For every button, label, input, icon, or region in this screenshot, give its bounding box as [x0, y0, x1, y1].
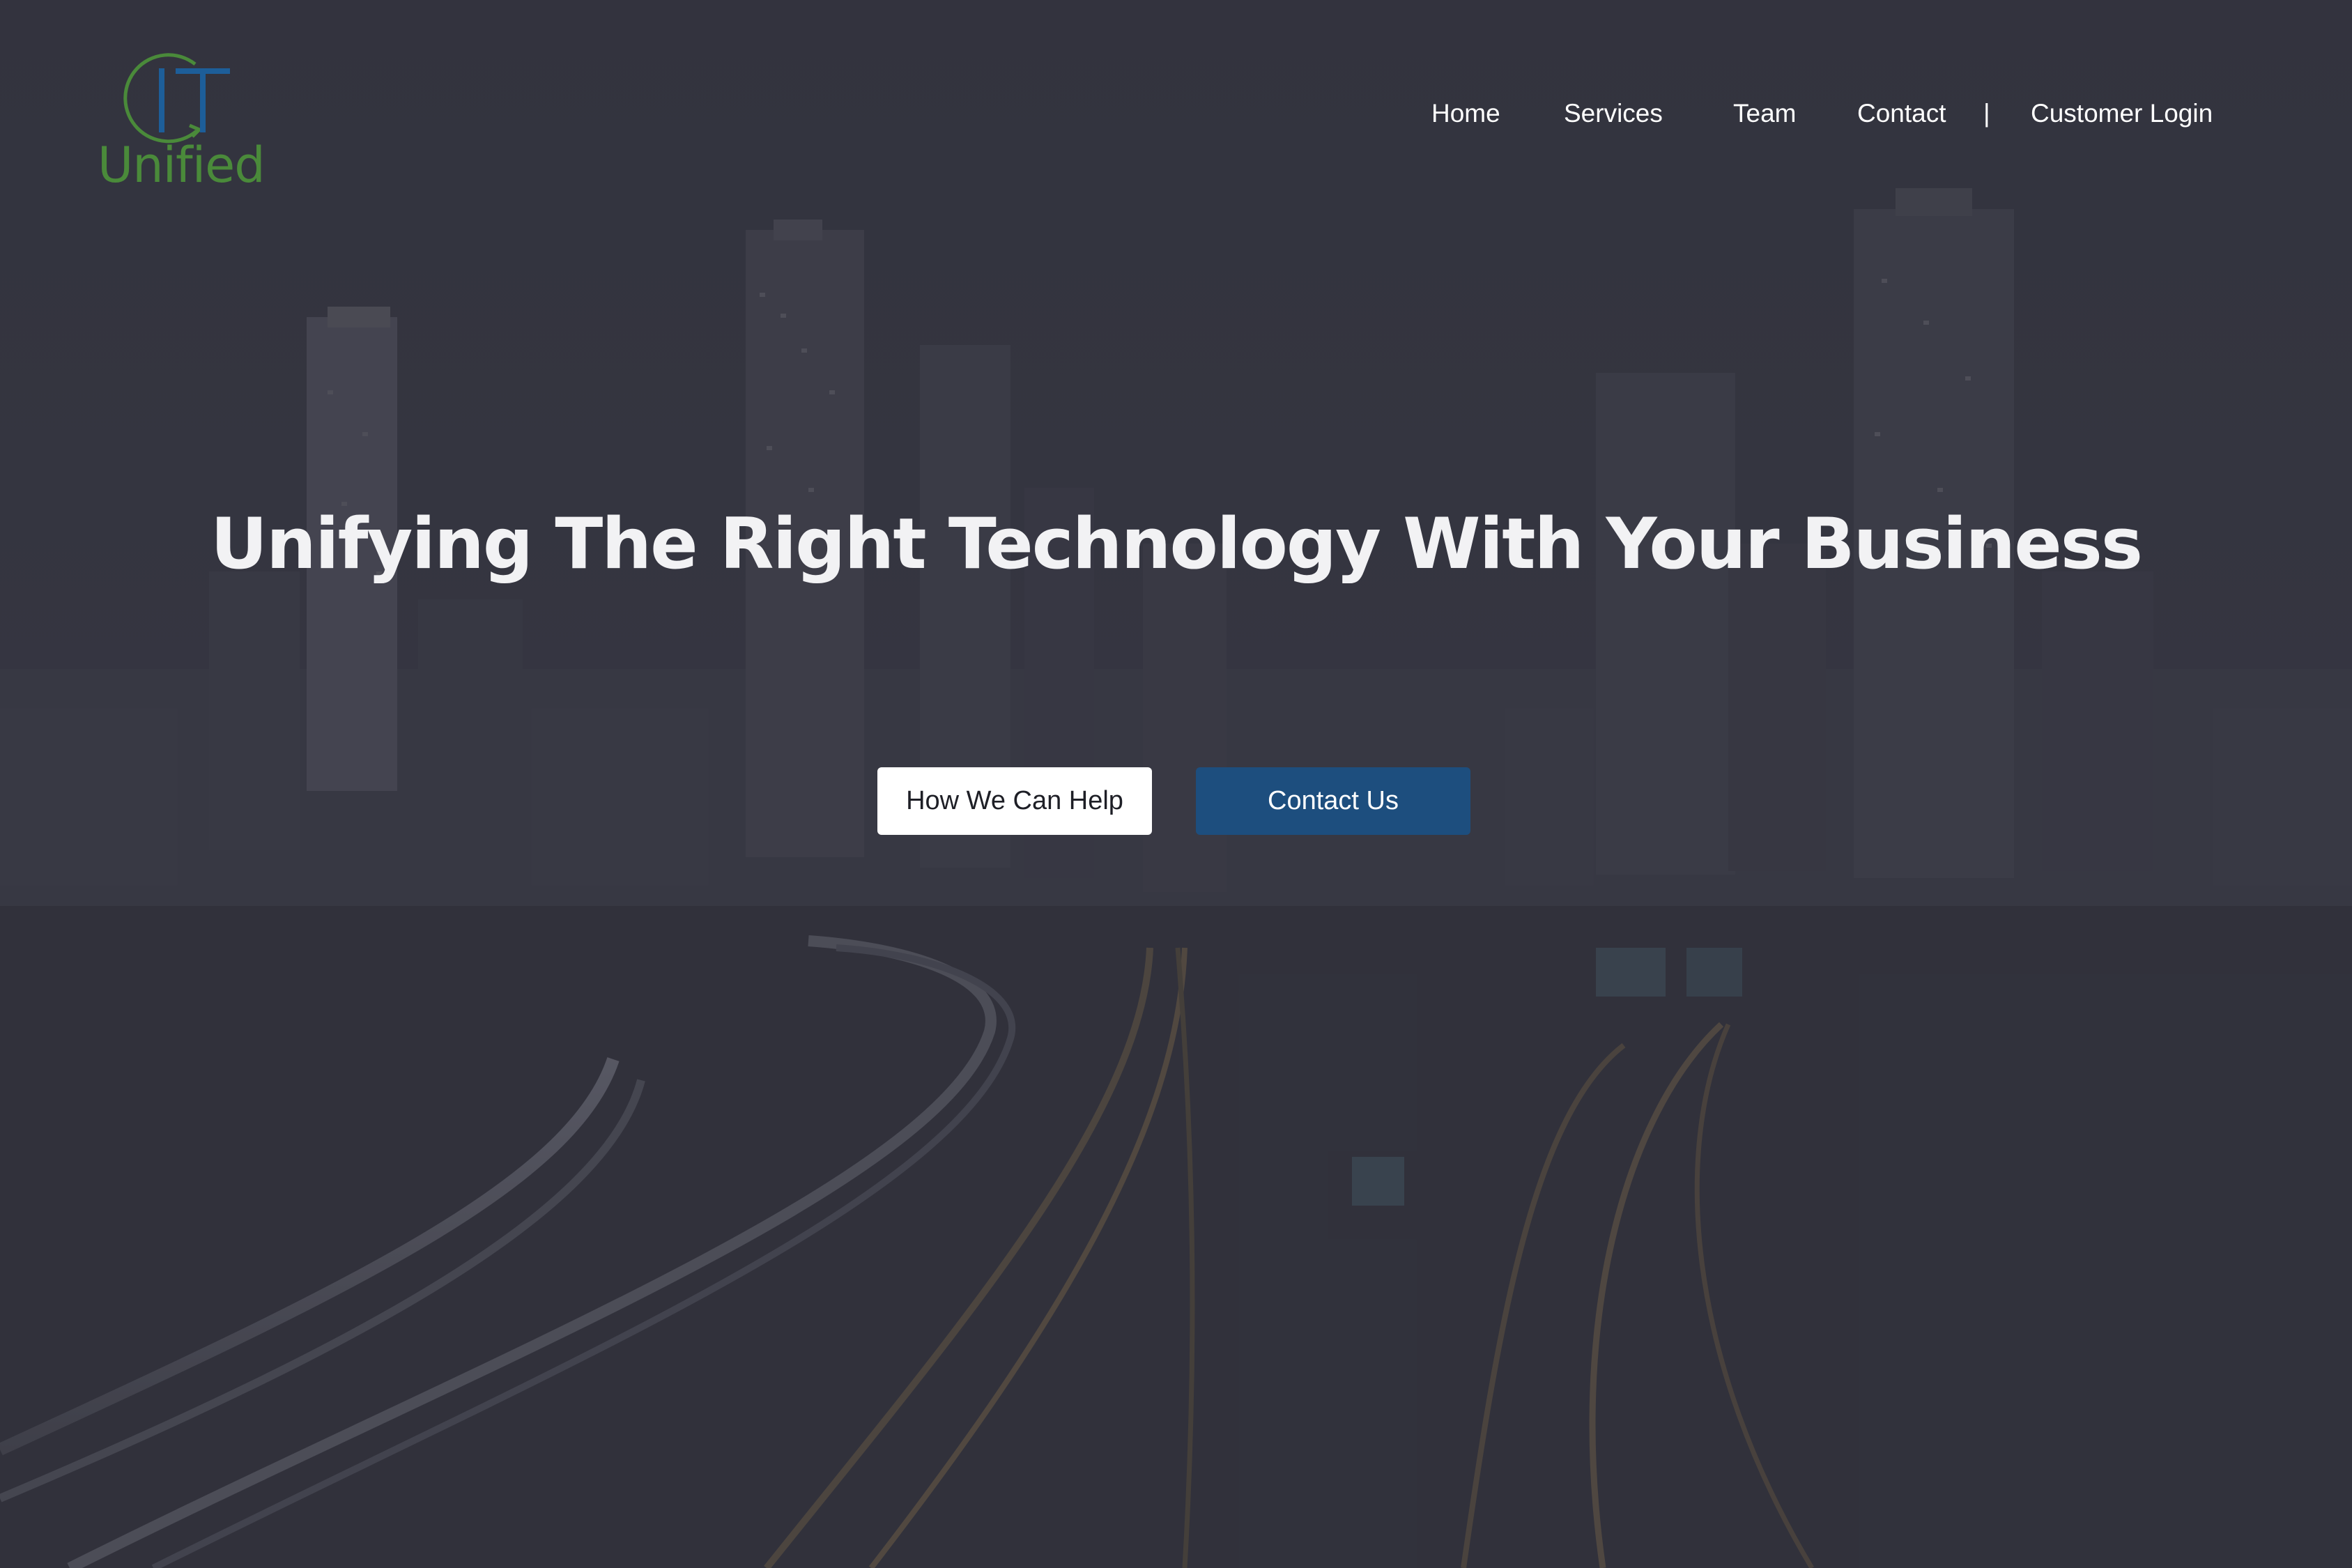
hero-overlay	[0, 0, 2352, 1568]
how-we-can-help-button[interactable]: How We Can Help	[877, 767, 1152, 835]
nav-separator: |	[1983, 99, 1990, 128]
contact-us-button[interactable]: Contact Us	[1196, 767, 1470, 835]
main-nav: Home Services Team Contact | Customer Lo…	[0, 96, 2352, 131]
nav-team-link[interactable]: Team	[1733, 96, 1796, 131]
nav-customer-login-link[interactable]: Customer Login	[2031, 96, 2213, 131]
logo-wordmark: Unified	[98, 137, 266, 194]
nav-contact-link[interactable]: Contact	[1857, 96, 1946, 131]
landing-page: Unified Home Services Team Contact | Cus…	[0, 0, 2352, 1568]
hero-headline: Unifying The Right Technology With Your …	[210, 502, 2143, 585]
nav-services-link[interactable]: Services	[1564, 96, 1663, 131]
nav-home-link[interactable]: Home	[1431, 96, 1500, 131]
